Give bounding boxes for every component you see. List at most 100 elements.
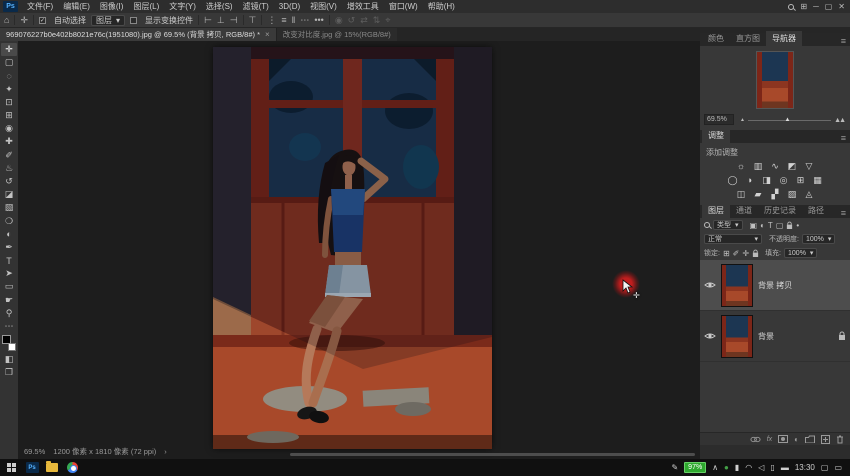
color-lookup-icon[interactable]: ▦ [812,175,823,186]
menu-view[interactable]: 视图(V) [305,1,342,12]
document-tab-active[interactable]: 969076227b0e402b8021e76c(1951080).jpg @ … [0,28,276,41]
zoom-out-icon[interactable]: ▲ [740,117,745,123]
move-tool[interactable]: ✛ [1,43,17,56]
menu-image[interactable]: 图像(I) [95,1,129,12]
antivirus-icon[interactable]: ● [724,463,729,472]
pen-tool[interactable]: ✒ [1,241,17,254]
photo-document[interactable] [213,47,492,449]
lasso-tool[interactable]: ◌ [1,69,17,82]
distribute-right-icon[interactable]: ⋯ [300,15,309,26]
align-center-icon[interactable]: ⊥ [217,15,225,26]
threshold-icon[interactable]: ▞ [770,189,781,200]
opacity-dropdown[interactable]: 100%▾ [802,234,835,244]
distribute-horizontal-icon[interactable]: ≡ [281,15,286,25]
zoom-level[interactable]: 69.5% [24,447,45,456]
align-right-icon[interactable]: ⊣ [230,15,238,26]
curves-icon[interactable]: ∿ [770,161,781,172]
quick-mask-button[interactable]: ◧ [1,353,17,366]
auto-select-checkbox[interactable]: ✓ [39,17,46,24]
visibility-eye-icon[interactable] [704,332,716,340]
gradient-tool[interactable]: ▧ [1,201,17,214]
eyedropper-tool[interactable]: ◉ [1,122,17,135]
move-tool-icon[interactable]: ✛ [20,15,28,26]
blend-mode-dropdown[interactable]: 正常▾ [704,234,762,244]
pen-input-icon[interactable]: ✎ [671,463,678,472]
taskbar-app-chrome[interactable] [62,459,82,476]
status-chevron-icon[interactable]: › [164,447,167,456]
input-method-icon[interactable]: ▢ [821,463,829,472]
black-white-icon[interactable]: ◨ [761,175,772,186]
hand-tool[interactable]: ☛ [1,294,17,307]
delete-layer-icon[interactable] [836,435,844,444]
selective-color-icon[interactable]: ◬ [804,189,815,200]
tab-navigator[interactable]: 导航器 [766,31,802,46]
path-selection-tool[interactable]: ➤ [1,267,17,280]
volume-icon[interactable]: ◁ [758,463,764,472]
fill-dropdown[interactable]: 100%▾ [784,248,817,258]
clone-stamp-tool[interactable]: ♨ [1,162,17,175]
zoom-in-icon[interactable]: ▲▲ [834,117,844,124]
layer-mask-icon[interactable] [778,435,788,443]
channel-mixer-icon[interactable]: ⊞ [795,175,806,186]
minimize-button[interactable]: ─ [813,2,819,11]
auto-select-target-dropdown[interactable]: 图层▾ [91,15,125,26]
color-balance-icon[interactable]: ◑ [744,175,755,186]
taskbar-app-photoshop[interactable]: Ps [22,459,42,476]
layer-row-background[interactable]: 背景 [700,311,850,362]
layer-name[interactable]: 背景 [758,331,774,342]
brush-tool[interactable]: ✐ [1,149,17,162]
menu-edit[interactable]: 编辑(E) [58,1,95,12]
levels-icon[interactable]: ▥ [753,161,764,172]
filter-type-layer-icon[interactable]: T [768,221,773,230]
posterize-icon[interactable]: ▰ [753,189,764,200]
vibrance-icon[interactable]: ▽ [804,161,815,172]
eraser-tool[interactable]: ◪ [1,188,17,201]
tab-adjustments[interactable]: 调整 [702,128,730,143]
menu-select[interactable]: 选择(S) [201,1,238,12]
lock-pixels-icon[interactable]: ✐ [733,249,740,258]
screen-mode-button[interactable]: ❐ [1,366,17,379]
maximize-button[interactable]: ▢ [825,2,833,11]
filter-toggle-icon[interactable]: • [796,221,799,230]
shape-tool[interactable]: ▭ [1,280,17,293]
lock-icon[interactable] [838,331,846,341]
slider-thumb[interactable]: ▲ [785,117,791,123]
lock-all-icon[interactable] [752,249,759,258]
workspace-icon[interactable]: ⊞ [800,2,807,11]
adjustment-layer-icon[interactable]: ◐ [794,435,799,444]
quick-selection-tool[interactable]: ✦ [1,83,17,96]
battery-icon[interactable]: ▬ [781,463,789,472]
menu-plugins[interactable]: 增效工具 [342,1,384,12]
menu-type[interactable]: 文字(Y) [164,1,201,12]
panel-menu-icon[interactable]: ≡ [841,36,850,46]
align-middle-icon[interactable]: ⊤ [249,15,257,26]
history-brush-tool[interactable]: ↺ [1,175,17,188]
color-swatches[interactable] [2,335,16,351]
show-transform-checkbox[interactable] [130,17,137,24]
frame-tool[interactable]: ⊞ [1,109,17,122]
panel-menu-icon[interactable]: ≡ [841,133,850,143]
menu-layer[interactable]: 图层(L) [128,1,164,12]
navigator-zoom-field[interactable]: 69.5% [704,114,734,125]
tab-color[interactable]: 颜色 [702,31,730,46]
close-button[interactable]: ✕ [838,2,845,11]
close-icon[interactable]: × [265,30,270,39]
gradient-map-icon[interactable]: ▨ [787,189,798,200]
healing-brush-tool[interactable]: ✚ [1,135,17,148]
filter-shape-icon[interactable]: ▢ [776,221,784,230]
tab-layers[interactable]: 图层 [702,203,730,218]
layer-thumbnail[interactable] [721,264,753,307]
phone-link-icon[interactable]: ▯ [770,463,774,472]
horizontal-scrollbar[interactable] [290,453,695,456]
tab-history[interactable]: 历史记录 [758,203,802,218]
hue-saturation-icon[interactable]: ◯ [727,175,738,186]
filter-smart-object-icon[interactable] [786,221,793,230]
canvas-area[interactable]: 69.5% 1200 像素 x 1810 像素 (72 ppi) › ✛ [18,41,700,459]
filter-adjustment-icon[interactable]: ◐ [760,221,765,230]
display-icon[interactable]: ▮ [735,463,739,472]
exposure-icon[interactable]: ◩ [787,161,798,172]
menu-help[interactable]: 帮助(H) [423,1,460,12]
taskbar-app-explorer[interactable] [42,459,62,476]
background-color-swatch[interactable] [8,343,16,351]
new-layer-icon[interactable] [821,435,830,444]
